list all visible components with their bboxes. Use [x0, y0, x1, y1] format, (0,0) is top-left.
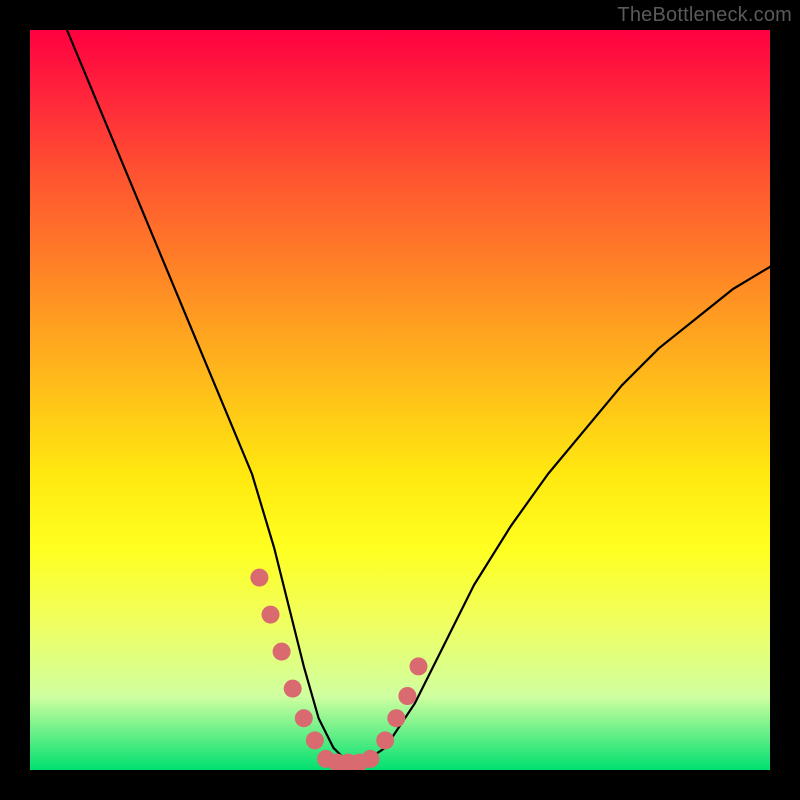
highlight-dot — [262, 606, 280, 624]
watermark-text: TheBottleneck.com — [617, 4, 792, 27]
highlight-dot — [376, 731, 394, 749]
series-container — [30, 30, 770, 770]
highlight-dot — [387, 709, 405, 727]
plot-area — [30, 30, 770, 770]
highlight-dot — [398, 687, 416, 705]
highlight-dot — [273, 643, 291, 661]
highlight-dot — [295, 709, 313, 727]
highlight-dot — [306, 731, 324, 749]
highlight-dot — [250, 569, 268, 587]
highlight-dot — [410, 657, 428, 675]
chart-svg — [30, 30, 770, 770]
highlight-dot — [284, 680, 302, 698]
highlight-dot — [361, 750, 379, 768]
bottleneck-curve — [30, 30, 770, 763]
chart-frame: TheBottleneck.com — [0, 0, 800, 800]
